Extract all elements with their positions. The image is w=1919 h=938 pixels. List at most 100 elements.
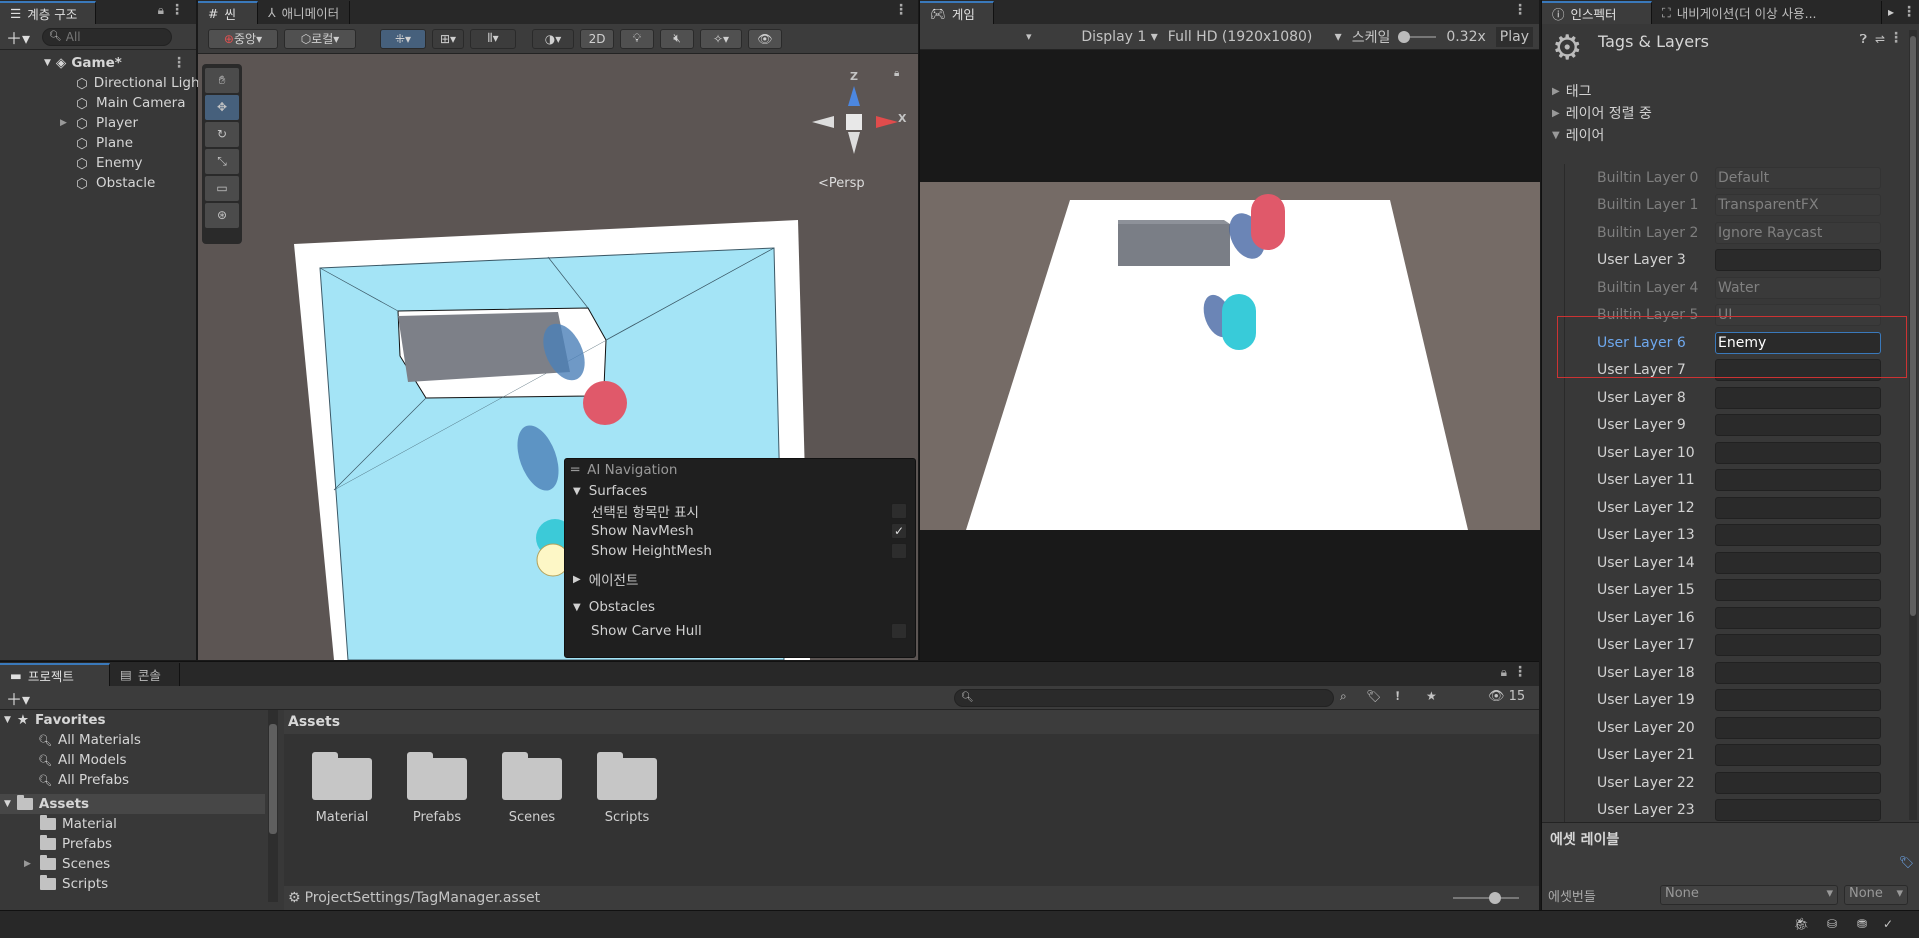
search-by-type-icon[interactable]: ⌕ bbox=[1340, 689, 1347, 704]
navigation-option[interactable]: Show HeightMesh bbox=[565, 541, 915, 561]
layer-row[interactable]: Builtin Layer 4 Water bbox=[1565, 274, 1890, 302]
lock-icon[interactable]: 🔒︎ bbox=[158, 3, 164, 18]
hierarchy-item[interactable]: ⬡ Directional Light bbox=[0, 73, 205, 93]
play-mode-dropdown[interactable]: Play bbox=[1495, 26, 1533, 47]
space-dropdown[interactable]: ⬡ 로컬 ▾ bbox=[284, 28, 356, 49]
project-menu-icon[interactable]: ⋮ bbox=[1513, 664, 1527, 680]
help-icon[interactable]: ❓︎ bbox=[1860, 32, 1867, 47]
shading-mode-button[interactable]: ◑▾ bbox=[532, 28, 574, 49]
layer-value-field[interactable] bbox=[1715, 524, 1881, 547]
log-issues-icon[interactable]: ❗︎ bbox=[1396, 689, 1399, 704]
layer-row[interactable]: User Layer 19 bbox=[1565, 687, 1890, 715]
layer-value-field[interactable] bbox=[1715, 441, 1881, 464]
layer-value-field[interactable] bbox=[1715, 414, 1881, 437]
asset-folder-item[interactable]: Prefabs bbox=[397, 752, 477, 825]
2d-mode-button[interactable]: 2D bbox=[580, 28, 614, 49]
sorting-layers-foldout[interactable]: ▶ 레이어 정렬 중 bbox=[1542, 102, 1919, 124]
resolution-dropdown[interactable]: Full HD (1920x1080) ▾ bbox=[1168, 29, 1342, 45]
hierarchy-item[interactable]: ⬡ Obstacle bbox=[0, 173, 196, 193]
layer-value-field[interactable] bbox=[1715, 579, 1881, 602]
layer-row[interactable]: Builtin Layer 0 Default bbox=[1565, 164, 1890, 192]
asset-tree-item[interactable]: Material bbox=[0, 814, 280, 834]
layer-value-field[interactable] bbox=[1715, 744, 1881, 767]
ai-navigation-header[interactable]: ═ AI Navigation bbox=[565, 459, 915, 481]
layer-value-field[interactable] bbox=[1715, 386, 1881, 409]
component-menu-icon[interactable]: ⋮ bbox=[1889, 30, 1903, 46]
orientation-gizmo[interactable]: Z X 🔒︎ bbox=[800, 64, 910, 174]
layer-value-field[interactable] bbox=[1715, 716, 1881, 739]
asset-folder-item[interactable]: Scenes bbox=[492, 752, 572, 825]
layer-row[interactable]: User Layer 18 bbox=[1565, 659, 1890, 687]
move-tool-icon[interactable]: ✥ bbox=[205, 95, 239, 120]
tab-console[interactable]: ▤ 콘솔 bbox=[110, 663, 180, 686]
navigation-option-checkbox[interactable] bbox=[891, 503, 907, 519]
tab-navigation[interactable]: ⛶ 내비게이션(더 이상 사용... bbox=[1652, 1, 1882, 24]
layer-value-field[interactable] bbox=[1715, 249, 1881, 272]
debug-icon[interactable]: 🐞︎ bbox=[1794, 917, 1809, 931]
display-dropdown[interactable]: Display 1 ▾ bbox=[1081, 29, 1157, 45]
rotate-tool-icon[interactable]: ↻ bbox=[205, 122, 239, 147]
layer-value-field[interactable] bbox=[1715, 799, 1881, 822]
hierarchy-item[interactable]: ⬡ Main Camera bbox=[0, 93, 196, 113]
inspector-scrollbar[interactable] bbox=[1909, 30, 1917, 820]
navigation-option[interactable]: Show NavMesh ✓ bbox=[565, 521, 915, 541]
effects-toggle-button[interactable]: ✧▾ bbox=[700, 28, 742, 49]
favorites-star-icon[interactable]: ★ bbox=[1426, 689, 1437, 703]
scene-row[interactable]: ▼ ◈ Game* ⋮ bbox=[0, 53, 196, 73]
layer-value-field[interactable] bbox=[1715, 606, 1881, 629]
audio-toggle-button[interactable]: 🔇︎ bbox=[660, 28, 694, 49]
chevron-right-icon[interactable]: ▶ bbox=[60, 118, 67, 128]
add-object-button[interactable]: ＋▾ bbox=[6, 25, 30, 49]
tab-animator[interactable]: ⅄ 애니메이터 bbox=[258, 1, 351, 24]
label-tag-icon[interactable]: 🏷︎ bbox=[1899, 855, 1914, 869]
favorites-item[interactable]: 🔍︎ All Materials bbox=[0, 730, 280, 750]
project-search-input[interactable]: 🔍︎ bbox=[954, 689, 1334, 707]
scene-viewport[interactable]: ✋︎ ✥ ↻ ⤡ ▭ ⊛ Z X 🔒︎ <Persp ═ AI Navigati… bbox=[198, 54, 918, 660]
layer-row[interactable]: User Layer 12 bbox=[1565, 494, 1890, 522]
lighting-toggle-button[interactable]: 💡︎ bbox=[620, 28, 654, 49]
game-view-dropdown[interactable]: ▾ bbox=[1026, 30, 1032, 43]
layer-row[interactable]: User Layer 13 bbox=[1565, 522, 1890, 550]
layer-value-field[interactable] bbox=[1715, 496, 1881, 519]
persp-label[interactable]: <Persp bbox=[818, 176, 865, 191]
layer-row[interactable]: User Layer 8 bbox=[1565, 384, 1890, 412]
layer-row[interactable]: User Layer 9 bbox=[1565, 412, 1890, 440]
layer-row[interactable]: User Layer 20 bbox=[1565, 714, 1890, 742]
cache-server-icon[interactable]: ⛁ bbox=[1827, 917, 1837, 931]
project-tree-scrollbar[interactable] bbox=[268, 710, 278, 902]
layer-row[interactable]: User Layer 14 bbox=[1565, 549, 1890, 577]
tab-game[interactable]: 🎮︎ 게임 bbox=[920, 1, 994, 24]
layer-value-field[interactable] bbox=[1715, 661, 1881, 684]
carve-hull-option[interactable]: Show Carve Hull bbox=[565, 621, 915, 641]
asset-tree-item[interactable]: Scripts bbox=[0, 874, 280, 894]
asset-tree-item[interactable]: ▶ Scenes bbox=[0, 854, 280, 874]
gizmo-lock-icon[interactable]: 🔒︎ bbox=[894, 68, 899, 79]
icon-size-slider-thumb[interactable] bbox=[1489, 892, 1501, 904]
hierarchy-menu-icon[interactable]: ⋮ bbox=[170, 2, 184, 18]
layer-row[interactable]: User Layer 17 bbox=[1565, 632, 1890, 660]
hierarchy-item[interactable]: ⬡ Plane bbox=[0, 133, 196, 153]
asset-tree-item[interactable]: Prefabs bbox=[0, 834, 280, 854]
obstacles-foldout[interactable]: ▼ Obstacles bbox=[565, 597, 915, 617]
surfaces-foldout[interactable]: ▼ Surfaces bbox=[565, 481, 915, 501]
layer-row[interactable]: User Layer 16 bbox=[1565, 604, 1890, 632]
increment-snap-button[interactable]: ⊞▾ bbox=[432, 28, 464, 49]
hierarchy-item[interactable]: ⬡ Enemy bbox=[0, 153, 196, 173]
layer-value-field[interactable] bbox=[1715, 771, 1881, 794]
create-asset-button[interactable]: ＋▾ bbox=[6, 686, 30, 710]
layer-value-field[interactable] bbox=[1715, 634, 1881, 657]
snap-grid-button[interactable]: ⁜▾ bbox=[380, 28, 426, 49]
hand-tool-icon[interactable]: ✋︎ bbox=[205, 68, 239, 93]
agents-foldout[interactable]: ▶ 에이전트 bbox=[565, 569, 915, 589]
game-menu-icon[interactable]: ⋮ bbox=[1513, 2, 1527, 18]
asset-bundle-dropdown[interactable]: None ▾ bbox=[1660, 885, 1838, 905]
hierarchy-item[interactable]: ▶ ⬡ Player bbox=[0, 113, 196, 133]
navigation-option-checkbox[interactable]: ✓ bbox=[891, 523, 907, 539]
layer-row[interactable]: User Layer 23 bbox=[1565, 797, 1890, 823]
layer-row[interactable]: User Layer 21 bbox=[1565, 742, 1890, 770]
collab-icon[interactable]: ⛃ bbox=[1857, 917, 1867, 931]
tab-hierarchy[interactable]: ☰ 계층 구조 bbox=[0, 1, 96, 24]
scrollbar-thumb[interactable] bbox=[269, 724, 277, 834]
navigation-option-checkbox[interactable] bbox=[891, 543, 907, 559]
asset-bundle-variant-dropdown[interactable]: None ▾ bbox=[1844, 885, 1908, 905]
